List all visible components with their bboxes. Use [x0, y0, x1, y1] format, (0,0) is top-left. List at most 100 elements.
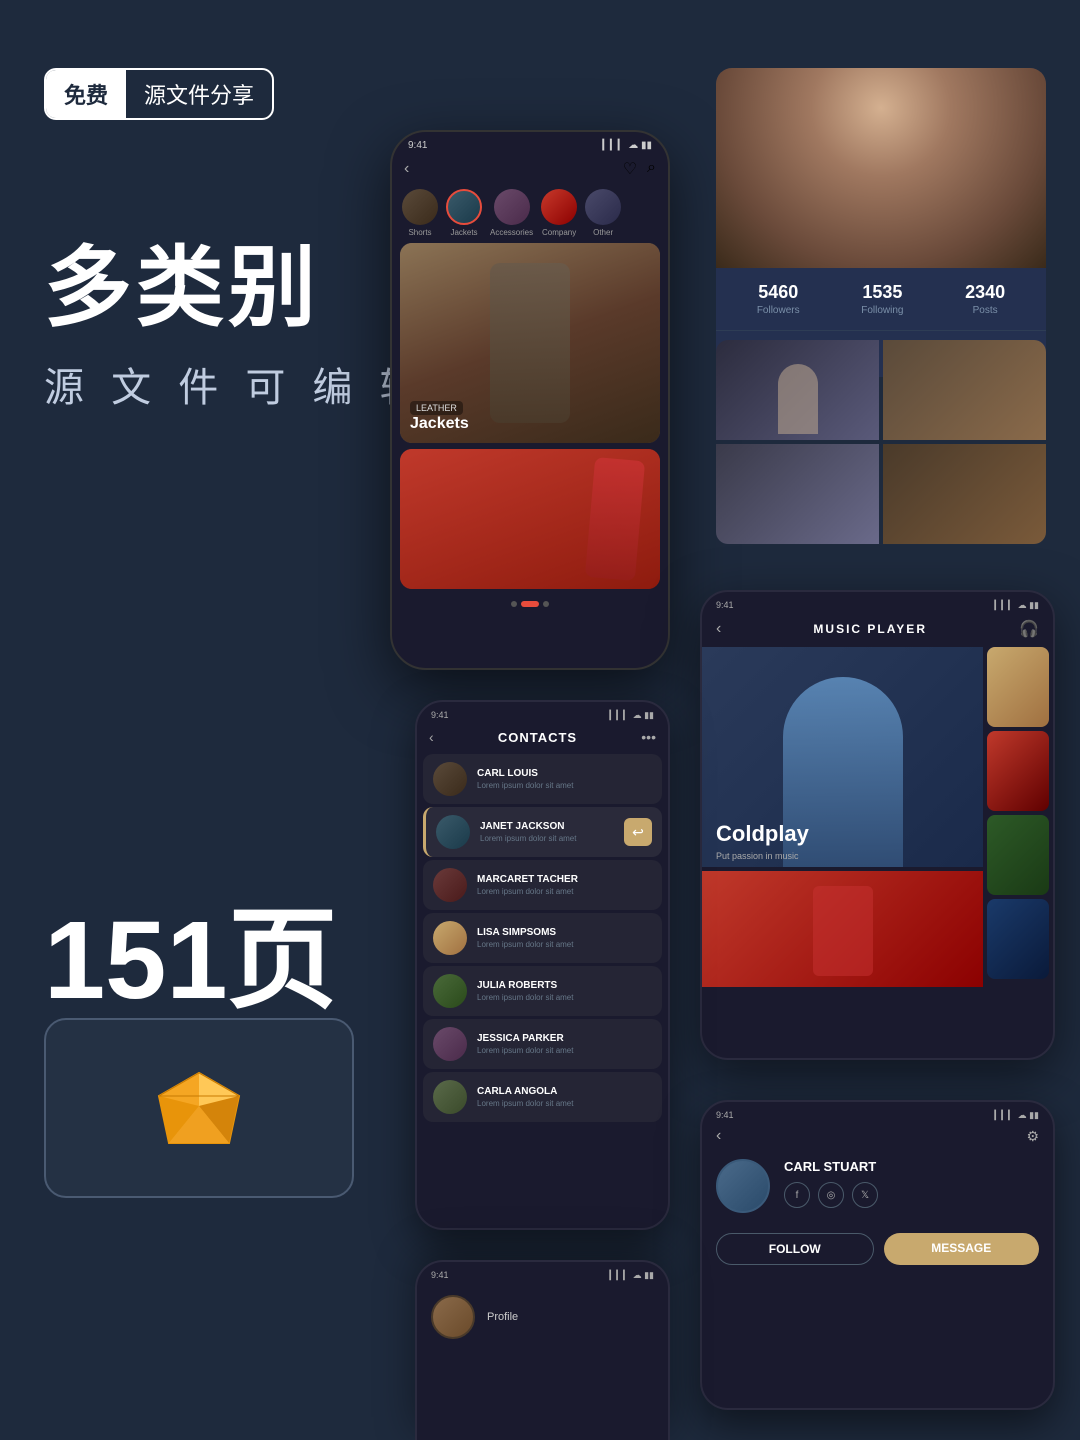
bp-name: Profile [487, 1311, 654, 1323]
p2-nav: ‹ ⚙ [702, 1123, 1053, 1149]
cp-signal: ▎▎▎ ☁ ▮▮ [609, 710, 654, 721]
cp-status-bar: 9:41 ▎▎▎ ☁ ▮▮ [417, 702, 668, 723]
cp-header: ‹ CONTACTS ••• [417, 723, 668, 751]
contact-info-2: JANET JACKSON Lorem ipsum dolor sit amet [480, 821, 614, 843]
p2-twitter-btn[interactable]: 𝕏 [852, 1182, 878, 1208]
mp-header: ‹ MUSIC PLAYER 🎧 [702, 615, 1053, 647]
mp-signal: ▎▎▎ ☁ ▮▮ [994, 600, 1039, 611]
p2-info: CARL STUART f ◎ 𝕏 [784, 1159, 1039, 1208]
fashion-status-bar: 9:41 ▎▎▎ ☁ ▮▮ [392, 132, 668, 155]
fashion-time: 9:41 [408, 140, 427, 151]
contact-row-4[interactable]: LISA SIMPSOMS Lorem ipsum dolor sit amet [423, 913, 662, 963]
fashion-nav: ‹ ♡ ⌕ [392, 155, 668, 183]
gallery-item-3 [716, 444, 879, 544]
mp-main: Coldplay Put passion in music [702, 647, 983, 987]
cat-jackets[interactable]: Jackets [446, 189, 482, 237]
category-list: Shorts Jackets Accessories Company Other [392, 183, 668, 243]
contact-avatar-3 [433, 868, 467, 902]
cat-company[interactable]: Company [541, 189, 577, 237]
contact-avatar-6 [433, 1027, 467, 1061]
p2-facebook-btn[interactable]: f [784, 1182, 810, 1208]
profile-card: 5460 Followers 1535 Following 2340 Posts… [716, 68, 1046, 377]
p2-signal: ▎▎▎ ☁ ▮▮ [994, 1110, 1039, 1121]
sketch-diamond-icon [154, 1068, 244, 1148]
profile2-card: 9:41 ▎▎▎ ☁ ▮▮ ‹ ⚙ CARL STUART f ◎ 𝕏 FOLL… [700, 1100, 1055, 1410]
p2-action-buttons: FOLLOW MESSAGE [702, 1223, 1053, 1275]
cp-back-icon[interactable]: ‹ [429, 729, 434, 745]
p2-status-bar: 9:41 ▎▎▎ ☁ ▮▮ [702, 1102, 1053, 1123]
contact-info-5: JULIA ROBERTS Lorem ipsum dolor sit amet [477, 980, 652, 1002]
contact-row-7[interactable]: CARLA ANGOLA Lorem ipsum dolor sit amet [423, 1072, 662, 1122]
cat-accessories[interactable]: Accessories [490, 189, 533, 237]
profile-photo [716, 68, 1046, 268]
mp-song: Put passion in music [716, 851, 799, 861]
p2-instagram-btn[interactable]: ◎ [818, 1182, 844, 1208]
mp-status-bar: 9:41 ▎▎▎ ☁ ▮▮ [702, 592, 1053, 615]
mp-thumb-2[interactable] [987, 731, 1049, 811]
contact-avatar-5 [433, 974, 467, 1008]
contact-action-btn[interactable]: ↩ [624, 818, 652, 846]
music-player: 9:41 ▎▎▎ ☁ ▮▮ ‹ MUSIC PLAYER 🎧 Coldplay … [700, 590, 1055, 1060]
contact-row[interactable]: CARL LOUIS Lorem ipsum dolor sit amet [423, 754, 662, 804]
contact-row-highlighted[interactable]: JANET JACKSON Lorem ipsum dolor sit amet… [423, 807, 662, 857]
mp-thumb-1[interactable] [987, 647, 1049, 727]
gallery-item-4 [883, 444, 1046, 544]
p2-follow-button[interactable]: FOLLOW [716, 1233, 874, 1265]
mp-album-art: Coldplay Put passion in music [702, 647, 983, 867]
product-dress-card[interactable] [400, 449, 660, 589]
p2-back-icon[interactable]: ‹ [716, 1127, 721, 1145]
contact-row-3[interactable]: MARCARET TACHER Lorem ipsum dolor sit am… [423, 860, 662, 910]
p2-name: CARL STUART [784, 1159, 1039, 1174]
heart-icon[interactable]: ♡ [623, 159, 637, 179]
badge-source-label: 源文件分享 [126, 70, 272, 118]
sketch-logo-box [44, 1018, 354, 1198]
bp-status-bar: 9:41 ▎▎▎ ☁ ▮▮ [417, 1262, 668, 1285]
mp-second-img [702, 871, 983, 987]
cat-other[interactable]: Other [585, 189, 621, 237]
sub-title: 源 文 件 可 编 辑 [44, 360, 428, 416]
back-icon[interactable]: ‹ [404, 160, 409, 178]
gallery-item-2 [883, 340, 1046, 440]
product-jackets-card[interactable]: LEATHER Jackets [400, 243, 660, 443]
contact-info-1: CARL LOUIS Lorem ipsum dolor sit amet [477, 768, 652, 790]
badge-free-label: 免费 [46, 70, 126, 118]
contact-info-4: LISA SIMPSOMS Lorem ipsum dolor sit amet [477, 927, 652, 949]
mp-thumb-3[interactable] [987, 815, 1049, 895]
p2-settings-icon[interactable]: ⚙ [1026, 1128, 1039, 1145]
contact-avatar-4 [433, 921, 467, 955]
bp-avatar [431, 1295, 475, 1339]
product-sublabel: LEATHER [410, 401, 463, 415]
cat-shorts[interactable]: Shorts [402, 189, 438, 237]
progress-dots [392, 595, 668, 613]
mp-time: 9:41 [716, 600, 734, 611]
contact-row-6[interactable]: JESSICA PARKER Lorem ipsum dolor sit ame… [423, 1019, 662, 1069]
bp-signal: ▎▎▎ ☁ ▮▮ [609, 1270, 654, 1281]
bp-content: Profile [417, 1285, 668, 1349]
mp-thumb-4[interactable] [987, 899, 1049, 979]
search-icon[interactable]: ⌕ [647, 159, 656, 179]
stat-following: 1535 Following [861, 282, 903, 316]
p2-social-links: f ◎ 𝕏 [784, 1182, 1039, 1208]
fashion-signal: ▎▎▎ ☁ ▮▮ [602, 140, 652, 151]
p2-avatar [716, 1159, 770, 1213]
page-count: 151页 [44, 870, 338, 1030]
bp-time: 9:41 [431, 1270, 449, 1281]
contact-avatar-1 [433, 762, 467, 796]
contact-info-6: JESSICA PARKER Lorem ipsum dolor sit ame… [477, 1033, 652, 1055]
bp-info: Profile [487, 1311, 654, 1323]
contact-row-5[interactable]: JULIA ROBERTS Lorem ipsum dolor sit amet [423, 966, 662, 1016]
mp-headphone-icon[interactable]: 🎧 [1019, 619, 1039, 639]
p2-time: 9:41 [716, 1110, 734, 1121]
main-title: 多类别 [44, 240, 320, 337]
cp-title: CONTACTS [498, 730, 577, 745]
contact-avatar-2 [436, 815, 470, 849]
mp-sidebar [983, 647, 1053, 987]
top-badge: 免费 源文件分享 [44, 68, 274, 120]
contact-info-3: MARCARET TACHER Lorem ipsum dolor sit am… [477, 874, 652, 896]
cp-menu-icon[interactable]: ••• [641, 729, 656, 745]
fashion-app-phone: 9:41 ▎▎▎ ☁ ▮▮ ‹ ♡ ⌕ Shorts Jackets Acces… [390, 130, 670, 670]
mp-band-name: Coldplay [716, 821, 809, 847]
p2-message-button[interactable]: MESSAGE [884, 1233, 1040, 1265]
mp-back-icon[interactable]: ‹ [716, 620, 721, 638]
stat-posts: 2340 Posts [965, 282, 1005, 316]
